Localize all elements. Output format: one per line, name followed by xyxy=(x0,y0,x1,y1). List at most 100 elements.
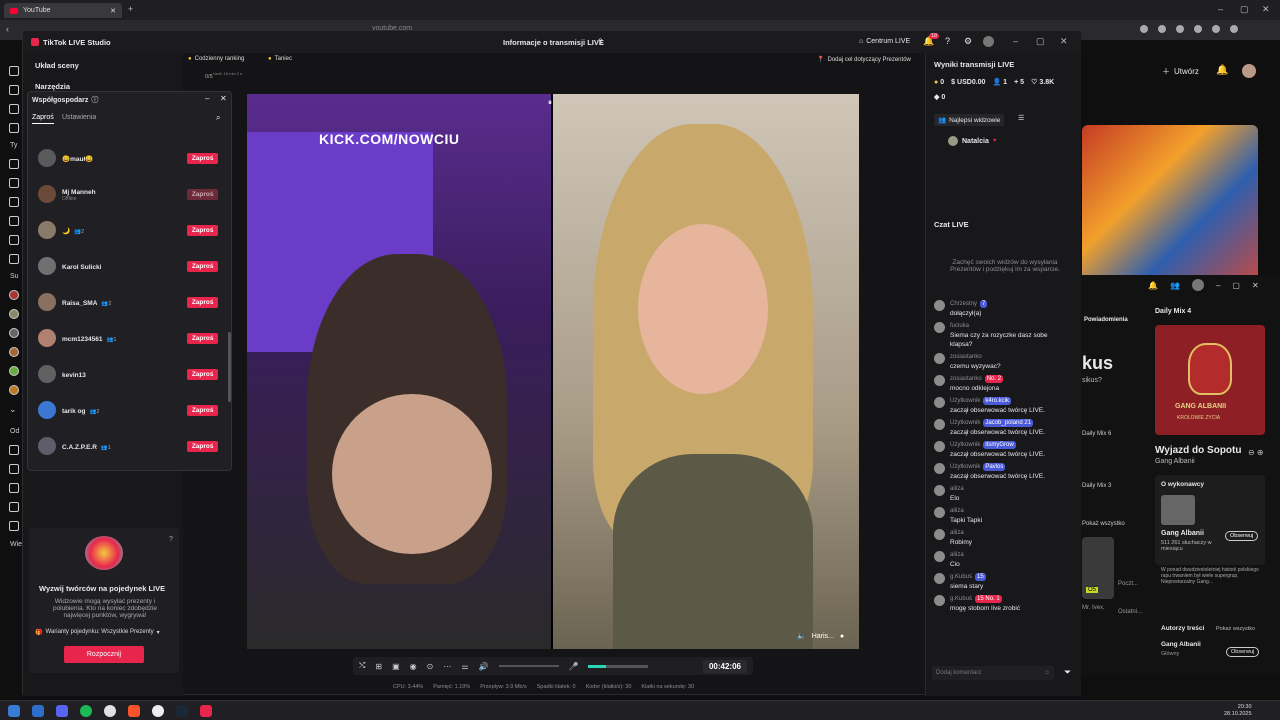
invite-button[interactable]: Zaproś xyxy=(187,440,218,452)
browser-tab-youtube[interactable]: YouTube ✕ xyxy=(4,3,122,18)
volume-icon[interactable]: 🔊 xyxy=(479,662,489,671)
extension-icon[interactable] xyxy=(1194,25,1202,33)
start-battle-button[interactable]: Rozpocznij xyxy=(64,646,144,663)
invite-button[interactable]: Zaproś xyxy=(187,260,218,272)
chrome-icon[interactable] xyxy=(104,704,116,717)
avatar[interactable] xyxy=(1242,64,1256,78)
chat-user[interactable]: aliiza xyxy=(950,530,964,536)
maximize-icon[interactable]: ▢ xyxy=(1232,281,1240,290)
live-icon[interactable] xyxy=(9,464,19,474)
avatar[interactable] xyxy=(1191,279,1204,291)
chat-user[interactable]: zosiastanko xyxy=(950,354,982,360)
chat-user[interactable]: Użytkownik xyxy=(950,442,980,448)
search-icon[interactable]: ⌕ xyxy=(216,113,220,123)
invite-button[interactable]: Zaproś xyxy=(187,224,218,236)
new-tab-icon[interactable]: + xyxy=(128,4,133,14)
mute-icon[interactable]: 🔈 xyxy=(797,632,806,640)
add-gift-goal-button[interactable]: 📍 Dodaj cel dotyczący Prezentów xyxy=(817,56,911,64)
subscriptions-icon[interactable] xyxy=(9,123,19,133)
chevron-down-icon[interactable]: ⌄ xyxy=(9,404,19,414)
history-icon[interactable] xyxy=(9,159,19,169)
search-icon[interactable] xyxy=(32,704,44,717)
clock[interactable]: 20:30 28.10.2025 xyxy=(1224,704,1252,718)
more-icon[interactable]: ● xyxy=(840,633,844,640)
maximize-icon[interactable]: ▢ xyxy=(1240,4,1249,15)
chat-user[interactable]: aliiza xyxy=(950,486,964,492)
volume-slider[interactable] xyxy=(498,665,559,667)
info-icon[interactable]: ⓘ xyxy=(91,95,98,105)
invite-button[interactable]: Zaproś xyxy=(187,332,218,344)
extension-icon[interactable] xyxy=(1176,25,1184,33)
scrollbar[interactable] xyxy=(228,332,231,402)
more-icon[interactable]: ⊖ ⊕ xyxy=(1248,448,1264,457)
spotify-icon[interactable] xyxy=(80,704,92,717)
close-icon[interactable]: ✕ xyxy=(1060,36,1068,47)
music-icon[interactable] xyxy=(9,445,19,455)
channel-avatar[interactable] xyxy=(9,328,19,338)
playlist-label[interactable]: Daily Mix 3 xyxy=(1082,483,1111,489)
camera-icon[interactable]: ⊙ xyxy=(427,662,434,671)
track-title[interactable]: Wyjazd do Sopotu xyxy=(1155,445,1241,456)
category-tag[interactable]: ● Taniec xyxy=(268,56,292,62)
shorts-icon[interactable] xyxy=(9,104,19,114)
steam-icon[interactable] xyxy=(176,704,188,717)
friends-icon[interactable]: 👥 xyxy=(1170,281,1180,290)
mixer-icon[interactable]: ⚌ xyxy=(461,662,468,671)
tiktok-icon[interactable] xyxy=(200,704,212,717)
top-viewers-tab[interactable]: 👥 Najlepsi widzowie xyxy=(934,114,1005,126)
chat-user[interactable]: Użytkownik xyxy=(950,398,980,404)
close-window-icon[interactable]: ✕ xyxy=(1262,4,1270,15)
minimize-icon[interactable]: – xyxy=(1216,281,1220,290)
videos-icon[interactable] xyxy=(9,197,19,207)
channel-avatar[interactable] xyxy=(9,347,19,357)
clips-icon[interactable] xyxy=(9,254,19,264)
pause-icon[interactable]: ⏸ xyxy=(548,98,552,108)
extension-icon[interactable] xyxy=(1158,25,1166,33)
top-viewer-row[interactable]: Natalcia ♥ xyxy=(948,136,996,146)
discord-icon[interactable] xyxy=(56,704,68,717)
chat-user[interactable]: aliiza xyxy=(950,552,964,558)
channel-avatar[interactable] xyxy=(9,290,19,300)
invite-button[interactable]: Zaproś xyxy=(187,188,218,200)
follow-button[interactable]: Obserwuj xyxy=(1226,647,1260,657)
home-icon[interactable] xyxy=(9,85,19,95)
invite-button[interactable]: Zaproś xyxy=(187,368,218,380)
chat-user[interactable]: Użytkownik xyxy=(950,420,980,426)
close-icon[interactable]: ✕ xyxy=(110,7,116,15)
emoji-icon[interactable]: ☺ xyxy=(1044,670,1050,676)
chat-user[interactable]: g.Kubuś xyxy=(950,596,972,602)
playlist-label[interactable]: Daily Mix 6 xyxy=(1082,431,1111,437)
help-icon[interactable]: ? xyxy=(945,36,950,46)
menu-scene-layout[interactable]: Układ sceny xyxy=(35,61,79,70)
menu-tools[interactable]: Narzędzia xyxy=(35,82,70,91)
shuffle-icon[interactable]: ⤭ xyxy=(359,661,365,671)
chat-user[interactable]: fuciuka xyxy=(950,323,969,329)
bell-icon[interactable]: 🔔 xyxy=(1148,281,1158,290)
avatar[interactable] xyxy=(983,36,994,47)
filter-icon[interactable]: ⏷ xyxy=(1064,667,1071,678)
brave-icon[interactable] xyxy=(128,704,140,717)
layout-icon[interactable]: ⊞ xyxy=(375,662,382,671)
chat-user[interactable]: Chrzestny xyxy=(950,301,977,307)
info-icon[interactable]: ? xyxy=(169,536,173,543)
screen-icon[interactable]: ▣ xyxy=(392,662,400,671)
comment-input[interactable]: Dodaj komentarz ☺ xyxy=(932,666,1054,680)
chat-user[interactable]: Użytkownik xyxy=(950,464,980,470)
more-icon[interactable]: ⋯ xyxy=(443,662,451,671)
credits-show-all[interactable]: Pokaż wszystko xyxy=(1216,626,1255,632)
minimize-icon[interactable]: – xyxy=(1218,4,1223,14)
start-icon[interactable] xyxy=(8,704,20,717)
menu-icon[interactable] xyxy=(9,66,19,76)
mic-icon[interactable]: 🎤 xyxy=(569,662,579,671)
mic-level[interactable] xyxy=(588,664,649,668)
invite-button[interactable]: Zaproś xyxy=(187,152,218,164)
maximize-icon[interactable]: ▢ xyxy=(1036,36,1045,47)
bell-icon[interactable]: 🔔 xyxy=(1216,65,1228,76)
chat-user[interactable]: zosiastanko xyxy=(950,376,982,382)
channel-avatar[interactable] xyxy=(9,385,19,395)
ranking-tag[interactable]: ● Codzienny ranking xyxy=(188,56,244,62)
extension-icon[interactable] xyxy=(1212,25,1220,33)
trophy-icon[interactable] xyxy=(9,502,19,512)
settings-icon[interactable]: ⚙ xyxy=(964,36,972,47)
follow-button[interactable]: Obserwuj xyxy=(1225,531,1259,541)
